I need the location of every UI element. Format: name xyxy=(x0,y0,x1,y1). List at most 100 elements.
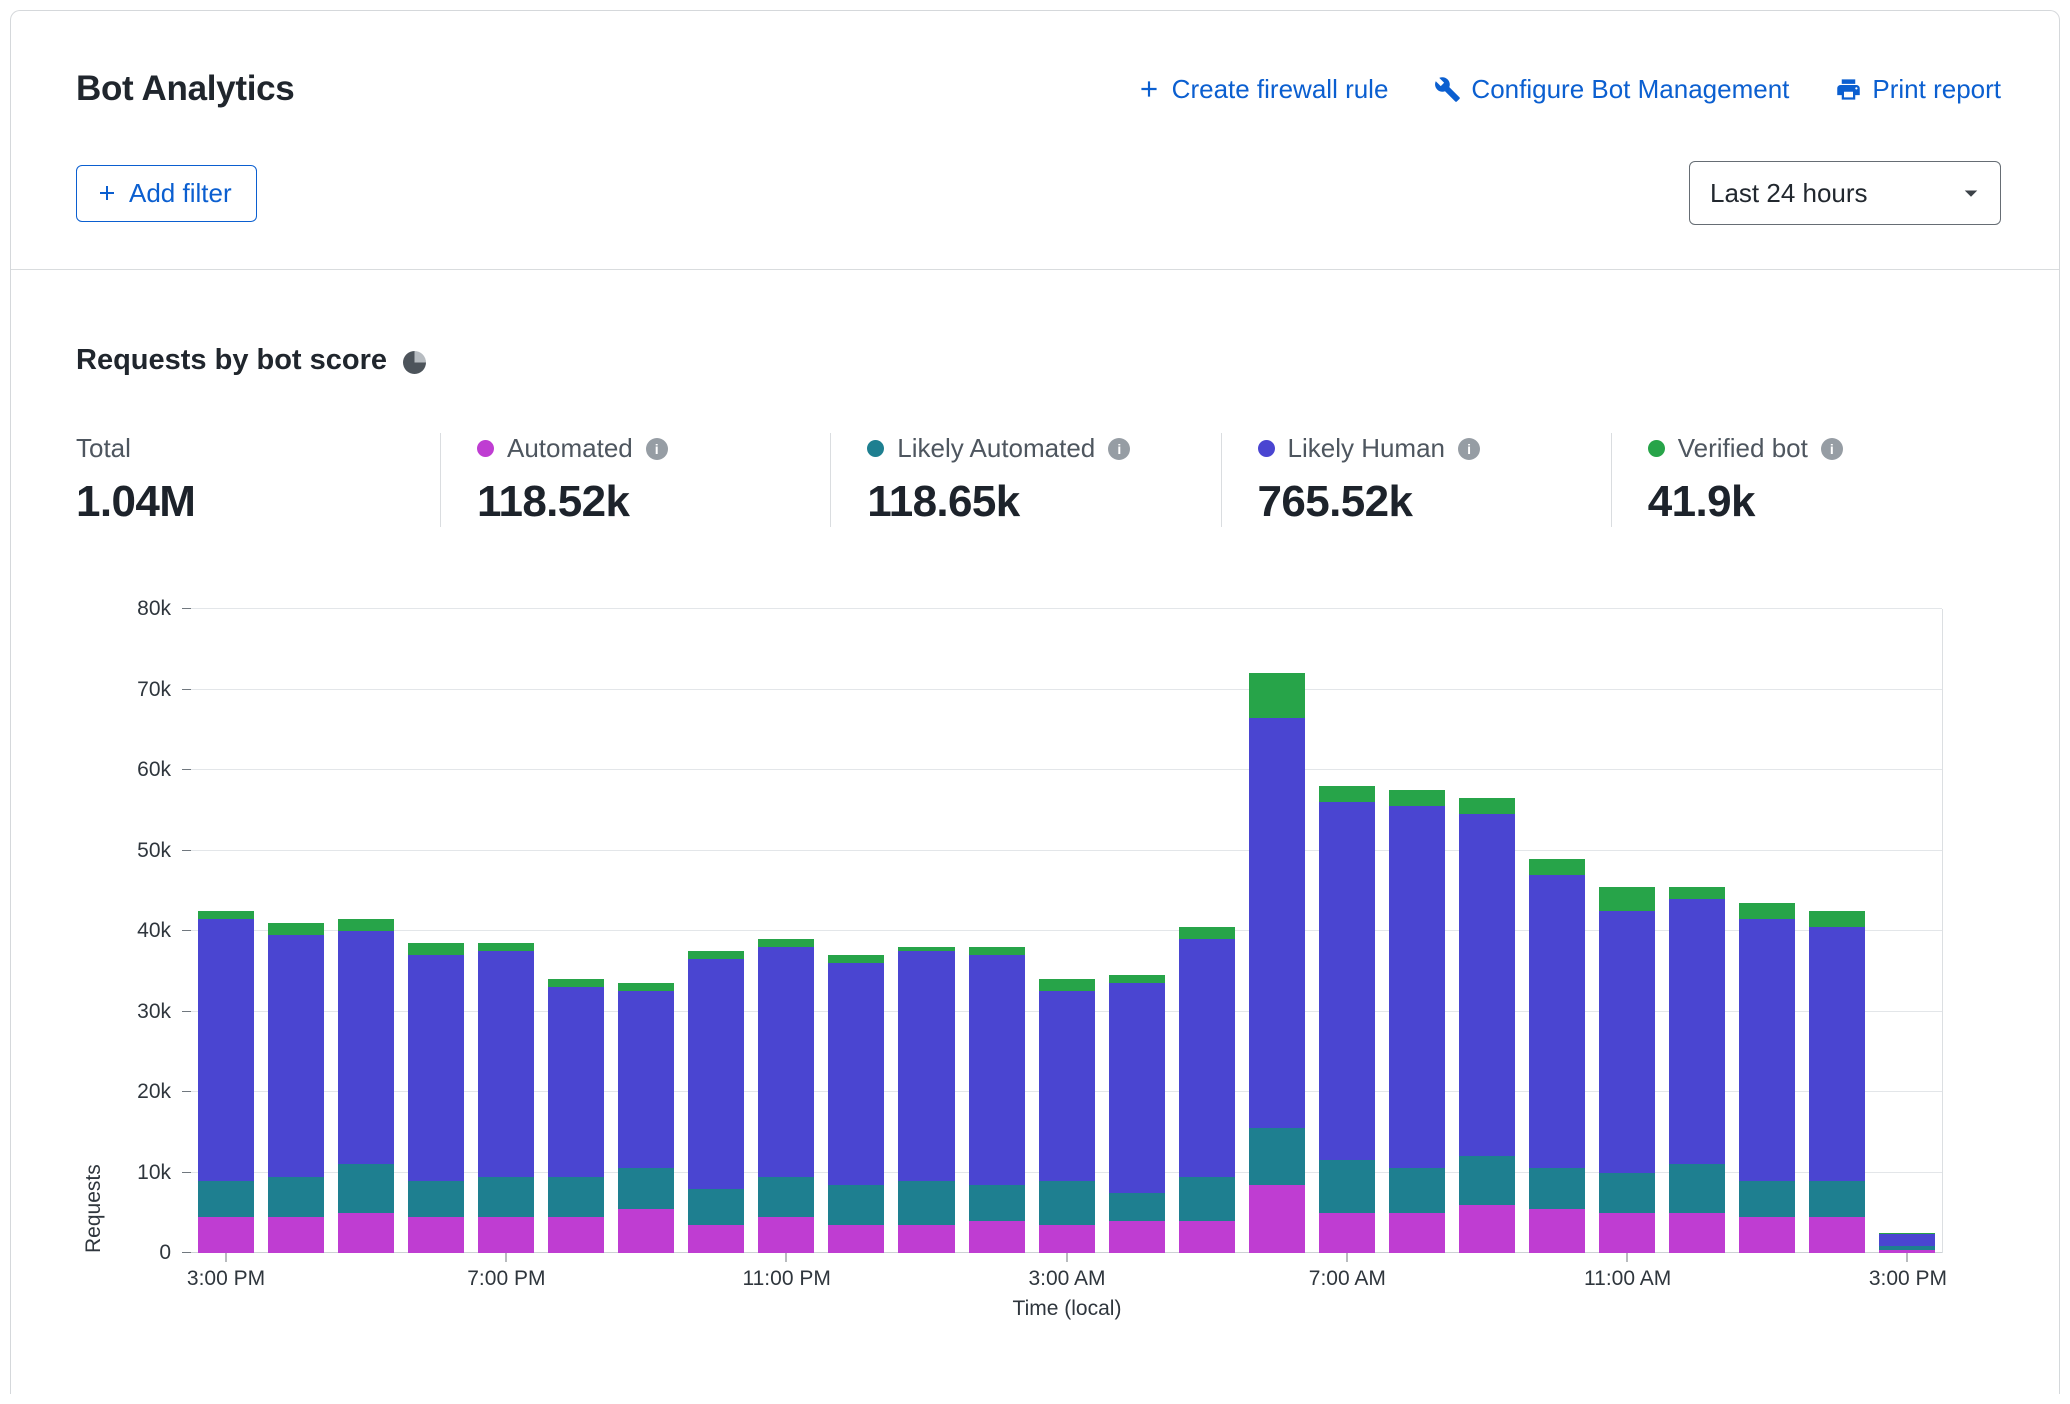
bar-3-00-am-12[interactable] xyxy=(1032,609,1102,1253)
bar-2-00-pm-23[interactable] xyxy=(1802,609,1872,1253)
bar-10-00-am-19[interactable] xyxy=(1522,609,1592,1253)
bar-9-00-am-18[interactable] xyxy=(1452,609,1522,1253)
segment-automated xyxy=(618,1209,674,1253)
segment-likely-automated xyxy=(1739,1181,1795,1217)
x-axis-spacer xyxy=(76,1253,191,1297)
wrench-icon xyxy=(1434,76,1461,103)
printer-icon xyxy=(1835,76,1862,103)
bar-9-00-pm-6[interactable] xyxy=(611,609,681,1253)
segment-automated xyxy=(1109,1221,1165,1253)
print-report-link[interactable]: Print report xyxy=(1835,74,2001,105)
bar-7-00-am-16[interactable] xyxy=(1312,609,1382,1253)
segment-automated xyxy=(1529,1209,1585,1253)
stat-label: Automated xyxy=(507,433,633,464)
bar-4-00-pm-1[interactable] xyxy=(261,609,331,1253)
segment-verified-bot xyxy=(478,943,534,951)
bar-1-00-pm-22[interactable] xyxy=(1732,609,1802,1253)
segment-automated xyxy=(1039,1225,1095,1253)
bar-2-00-am-11[interactable] xyxy=(962,609,1032,1253)
segment-automated xyxy=(268,1217,324,1253)
x-axis-spacer xyxy=(76,1297,191,1321)
segment-automated xyxy=(969,1221,1025,1253)
segment-automated xyxy=(338,1213,394,1253)
x-axis-label: Time (local) xyxy=(191,1297,1943,1321)
segment-likely-human xyxy=(1669,899,1725,1165)
bar-11-00-am-20[interactable] xyxy=(1592,609,1662,1253)
segment-automated xyxy=(1879,1250,1935,1253)
stat-verified-bot: Verified bot 41.9k xyxy=(1611,433,2001,527)
info-icon[interactable] xyxy=(1458,438,1480,460)
stat-value: 118.65k xyxy=(867,477,1220,527)
configure-bot-management-link[interactable]: Configure Bot Management xyxy=(1434,74,1789,105)
segment-likely-human xyxy=(688,959,744,1188)
segment-verified-bot xyxy=(688,951,744,959)
chart-section: Requests by bot score Total 1.04M Automa… xyxy=(11,270,2059,1321)
bar-5-00-pm-2[interactable] xyxy=(331,609,401,1253)
y-axis: 010k20k30k40k50k60k70k80k xyxy=(76,609,191,1253)
segment-automated xyxy=(1739,1217,1795,1253)
segment-likely-automated xyxy=(1459,1156,1515,1204)
create-firewall-rule-link[interactable]: Create firewall rule xyxy=(1136,74,1389,105)
segment-automated xyxy=(1389,1213,1445,1253)
x-tick-label: 11:00 PM xyxy=(743,1267,831,1291)
section-title: Requests by bot score xyxy=(76,344,387,377)
segment-verified-bot xyxy=(1319,786,1375,802)
stat-value: 765.52k xyxy=(1258,477,1611,527)
segment-automated xyxy=(688,1225,744,1253)
bar-11-00-pm-8[interactable] xyxy=(751,609,821,1253)
segment-automated xyxy=(1809,1217,1865,1253)
action-label: Configure Bot Management xyxy=(1471,74,1789,105)
y-tick-mark xyxy=(182,769,191,770)
legend-dot-likely-human xyxy=(1258,440,1275,457)
segment-likely-human xyxy=(1039,991,1095,1180)
segment-verified-bot xyxy=(198,911,254,919)
info-icon[interactable] xyxy=(1108,438,1130,460)
segment-automated xyxy=(828,1225,884,1253)
segment-likely-automated xyxy=(268,1177,324,1217)
segment-likely-human xyxy=(969,955,1025,1184)
plus-icon xyxy=(1136,76,1162,102)
segment-likely-human xyxy=(758,947,814,1176)
y-tick-label: 20k xyxy=(137,1080,171,1104)
stat-likely-automated: Likely Automated 118.65k xyxy=(830,433,1220,527)
bot-analytics-card: Bot Analytics Create firewall rule Confi… xyxy=(10,10,2060,1394)
stat-label: Likely Human xyxy=(1288,433,1446,464)
bar-6-00-pm-3[interactable] xyxy=(401,609,471,1253)
bar-1-00-am-10[interactable] xyxy=(891,609,961,1253)
bar-4-00-am-13[interactable] xyxy=(1102,609,1172,1253)
bar-12-00-am-9[interactable] xyxy=(821,609,891,1253)
add-filter-label: Add filter xyxy=(129,178,232,209)
segment-likely-automated xyxy=(898,1181,954,1225)
x-tick-label: 7:00 PM xyxy=(467,1267,545,1291)
bar-5-00-am-14[interactable] xyxy=(1172,609,1242,1253)
segment-likely-human xyxy=(1739,919,1795,1181)
bar-8-00-am-17[interactable] xyxy=(1382,609,1452,1253)
pie-chart-icon xyxy=(403,351,426,374)
y-tick-label: 60k xyxy=(137,758,171,782)
segment-likely-automated xyxy=(1249,1128,1305,1184)
x-tick-label: 7:00 AM xyxy=(1309,1267,1386,1291)
segment-likely-human xyxy=(1809,927,1865,1181)
bar-7-00-pm-4[interactable] xyxy=(471,609,541,1253)
bar-10-00-pm-7[interactable] xyxy=(681,609,751,1253)
segment-likely-human xyxy=(1179,939,1235,1176)
time-range-select[interactable]: Last 24 hours xyxy=(1689,161,2001,225)
bar-12-00-pm-21[interactable] xyxy=(1662,609,1732,1253)
segment-verified-bot xyxy=(1669,887,1725,899)
time-range-value: Last 24 hours xyxy=(1710,178,1868,209)
segment-likely-automated xyxy=(1389,1168,1445,1212)
y-tick-label: 30k xyxy=(137,1000,171,1024)
info-icon[interactable] xyxy=(1821,438,1843,460)
y-tick-mark xyxy=(182,1091,191,1092)
bar-8-00-pm-5[interactable] xyxy=(541,609,611,1253)
bar-6-00-am-15[interactable] xyxy=(1242,609,1312,1253)
segment-verified-bot xyxy=(1459,798,1515,814)
bar-3-00-pm-0[interactable] xyxy=(191,609,261,1253)
segment-likely-automated xyxy=(1319,1160,1375,1212)
info-icon[interactable] xyxy=(646,438,668,460)
add-filter-button[interactable]: Add filter xyxy=(76,165,257,222)
legend-dot-likely-automated xyxy=(867,440,884,457)
bar-3-00-pm-24[interactable] xyxy=(1872,609,1942,1253)
segment-likely-automated xyxy=(758,1177,814,1217)
segment-likely-human xyxy=(1529,875,1585,1169)
